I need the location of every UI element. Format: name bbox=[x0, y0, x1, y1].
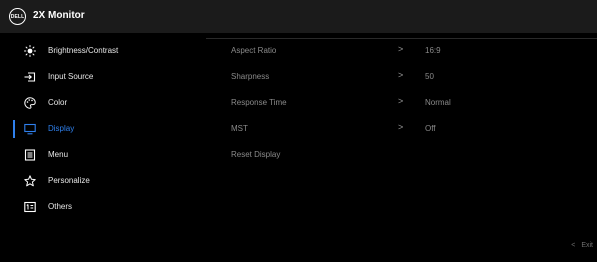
option-reset-display[interactable]: Reset Display bbox=[231, 142, 571, 168]
chevron-right-icon: > bbox=[398, 44, 404, 54]
menu-item-color[interactable]: Color bbox=[0, 90, 206, 116]
option-label: Aspect Ratio bbox=[231, 46, 277, 55]
option-value: 50 bbox=[425, 72, 434, 81]
others-icon bbox=[24, 201, 36, 213]
menu-item-input-source[interactable]: Input Source bbox=[0, 64, 206, 90]
menu-item-label: Menu bbox=[48, 150, 69, 159]
monitor-title: 2X Monitor bbox=[33, 10, 85, 21]
option-value: Off bbox=[425, 124, 436, 133]
input-source-icon bbox=[24, 72, 36, 82]
star-icon bbox=[24, 175, 36, 187]
header-bar: DELL 2X Monitor bbox=[0, 0, 597, 33]
menu-item-menu[interactable]: Menu bbox=[0, 142, 206, 168]
option-value: Normal bbox=[425, 98, 451, 107]
option-mst[interactable]: MST > Off bbox=[231, 116, 571, 142]
active-indicator bbox=[13, 120, 15, 138]
option-label: Reset Display bbox=[231, 150, 281, 159]
menu-item-personalize[interactable]: Personalize bbox=[0, 168, 206, 194]
menu-item-label: Display bbox=[48, 124, 75, 133]
option-label: Sharpness bbox=[231, 72, 270, 81]
chevron-left-icon: < bbox=[571, 242, 576, 249]
menu-item-label: Input Source bbox=[48, 72, 94, 81]
menu-item-others[interactable]: Others bbox=[0, 194, 206, 220]
dell-logo: DELL bbox=[9, 8, 26, 25]
option-label: Response Time bbox=[231, 98, 287, 107]
menu-item-brightness-contrast[interactable]: Brightness/Contrast bbox=[0, 38, 206, 64]
menu-item-label: Personalize bbox=[48, 176, 90, 185]
menu-list-icon bbox=[24, 149, 36, 161]
option-sharpness[interactable]: Sharpness > 50 bbox=[231, 64, 571, 90]
option-label: MST bbox=[231, 124, 248, 133]
menu-item-label: Others bbox=[48, 202, 73, 211]
exit-label: Exit bbox=[581, 242, 593, 249]
display-monitor-icon bbox=[24, 123, 36, 135]
menu-item-display[interactable]: Display bbox=[0, 116, 206, 142]
option-aspect-ratio[interactable]: Aspect Ratio > 16:9 bbox=[231, 38, 571, 64]
menu-item-label: Color bbox=[48, 98, 68, 107]
color-palette-icon bbox=[24, 97, 36, 109]
exit-button[interactable]: < Exit bbox=[571, 242, 593, 249]
option-response-time[interactable]: Response Time > Normal bbox=[231, 90, 571, 116]
menu-item-label: Brightness/Contrast bbox=[48, 46, 119, 55]
brightness-icon bbox=[24, 45, 36, 57]
chevron-right-icon: > bbox=[398, 96, 404, 106]
chevron-right-icon: > bbox=[398, 122, 404, 132]
chevron-right-icon: > bbox=[398, 70, 404, 80]
option-value: 16:9 bbox=[425, 46, 441, 55]
